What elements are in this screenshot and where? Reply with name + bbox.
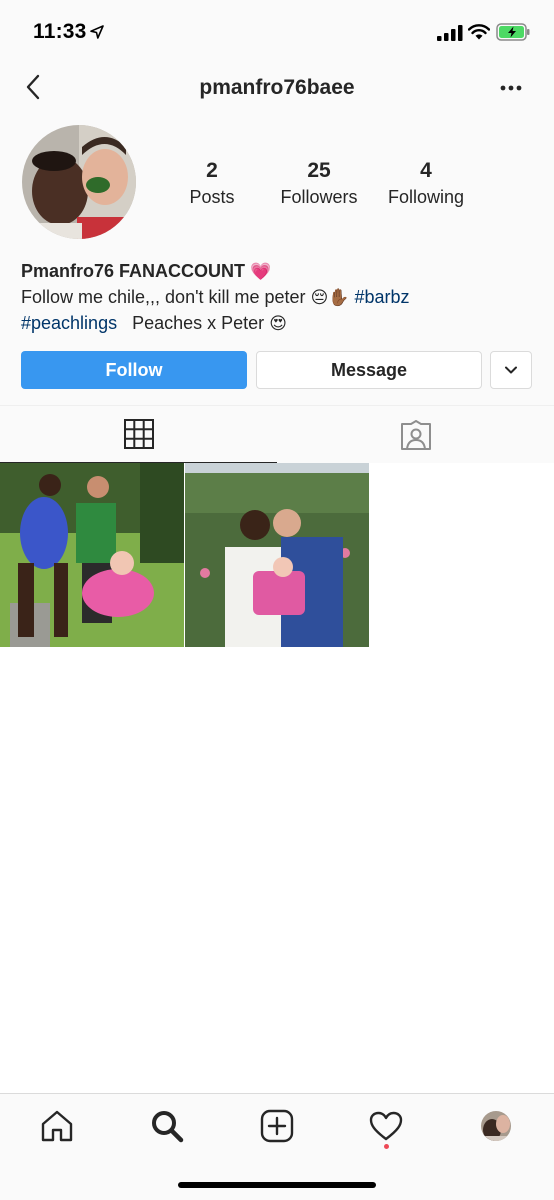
activity-notification-dot xyxy=(384,1144,389,1149)
tab-profile[interactable] xyxy=(476,1106,516,1146)
tab-tagged[interactable] xyxy=(277,406,554,463)
profile-avatar-icon xyxy=(481,1111,511,1141)
location-arrow-icon xyxy=(90,25,104,39)
profile-username-title: pmanfro76baee xyxy=(199,76,355,99)
bio-line-2: Peaches x Peter xyxy=(132,313,265,333)
cellular-signal-icon xyxy=(437,25,463,41)
heart-icon xyxy=(369,1111,403,1141)
suggested-accounts-button[interactable] xyxy=(490,351,532,389)
tab-grid[interactable] xyxy=(0,406,277,463)
hashtag-link[interactable]: #barbz xyxy=(354,287,409,307)
followers-count: 25 xyxy=(307,159,331,182)
follow-button[interactable]: Follow xyxy=(21,351,247,389)
stat-following[interactable]: 4 Following xyxy=(376,158,476,210)
post-thumbnail[interactable] xyxy=(0,463,184,647)
heart-eyes-emoji: 😍 xyxy=(269,314,287,334)
bio-emojis: 😔✋🏾 xyxy=(310,288,350,308)
post-thumbnail[interactable] xyxy=(185,463,369,647)
chevron-down-icon xyxy=(505,366,517,374)
tab-new-post[interactable] xyxy=(257,1106,297,1146)
post-image xyxy=(0,463,184,647)
stat-followers[interactable]: 25 Followers xyxy=(269,158,369,210)
tab-home[interactable] xyxy=(37,1106,77,1146)
home-icon xyxy=(41,1110,73,1142)
following-count: 4 xyxy=(420,159,432,182)
profile-avatar[interactable] xyxy=(22,125,136,239)
home-indicator xyxy=(178,1182,376,1188)
profile-tabs xyxy=(0,405,554,463)
profile-bio: Pmanfro76 FANACCOUNT 💗 Follow me chile,,… xyxy=(21,259,541,337)
posts-label: Posts xyxy=(189,187,235,207)
stat-posts[interactable]: 2 Posts xyxy=(162,158,262,210)
wifi-icon xyxy=(468,24,490,40)
status-time: 11:33 xyxy=(33,20,87,43)
profile-display-name: Pmanfro76 FANACCOUNT xyxy=(21,261,246,281)
hashtag-link[interactable]: #peachlings xyxy=(21,313,117,333)
grid-icon xyxy=(123,419,154,449)
search-icon xyxy=(152,1111,184,1143)
posts-count: 2 xyxy=(206,159,218,182)
heart-emoji: 💗 xyxy=(250,262,272,282)
followers-label: Followers xyxy=(280,187,358,207)
tab-activity[interactable] xyxy=(366,1106,406,1146)
following-label: Following xyxy=(387,187,465,207)
avatar-photo xyxy=(22,125,136,239)
battery-charging-icon xyxy=(496,23,530,41)
tagged-icon xyxy=(400,419,431,450)
tab-search[interactable] xyxy=(147,1106,187,1146)
add-post-icon xyxy=(260,1109,294,1143)
more-options-button[interactable] xyxy=(496,76,526,100)
navigation-header: pmanfro76baee xyxy=(0,64,554,114)
status-bar: 11:33 xyxy=(0,0,554,64)
bio-line-1: Follow me chile,,, don't kill me peter xyxy=(21,287,306,307)
more-dots-icon xyxy=(500,85,522,91)
message-button[interactable]: Message xyxy=(256,351,482,389)
post-image xyxy=(185,463,369,647)
